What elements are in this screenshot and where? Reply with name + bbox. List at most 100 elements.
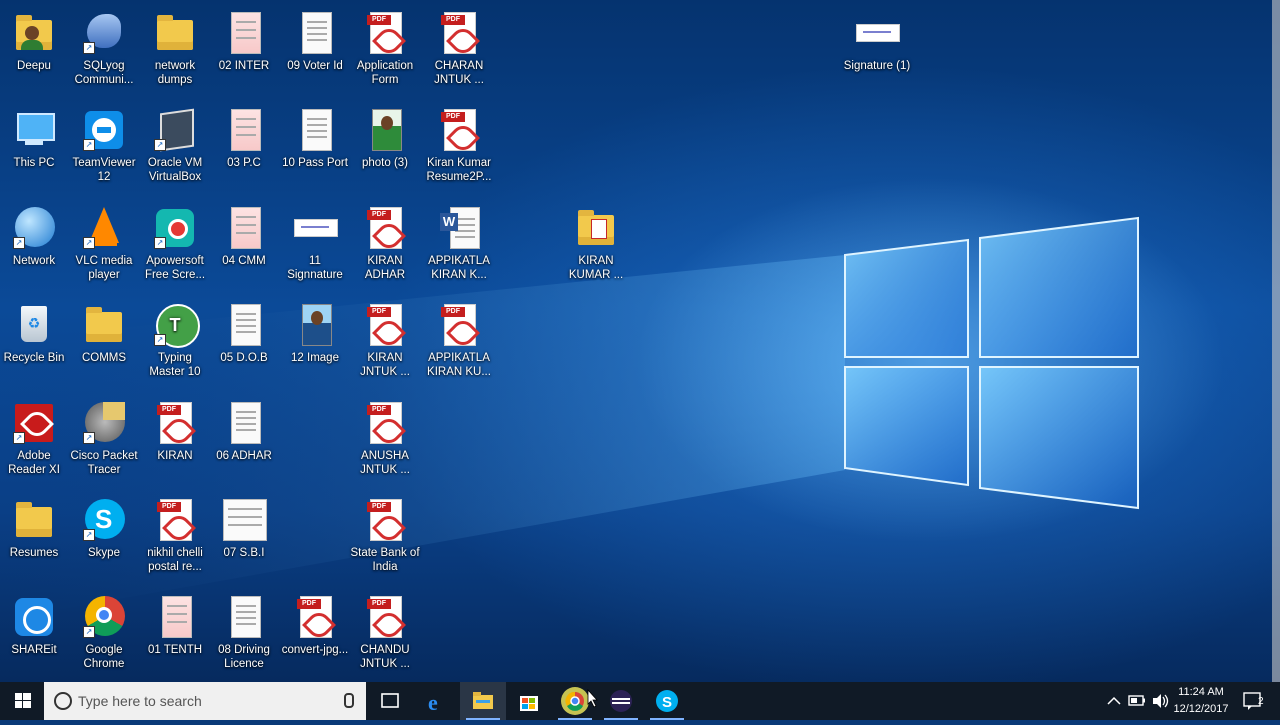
desktop-icon-recycle-bin[interactable]: ♻ Recycle Bin xyxy=(0,302,69,365)
pc-icon xyxy=(11,107,57,153)
folder-user-icon xyxy=(11,10,57,56)
desktop-icon-signature-1[interactable]: Signature (1) xyxy=(842,10,912,73)
task-view-button[interactable] xyxy=(367,682,413,720)
desktop-icon-typing-master-10[interactable]: T ↗ Typing Master 10 xyxy=(140,302,210,379)
pdf-icon: PDF xyxy=(292,594,338,642)
desktop-icon-05-d-o-b[interactable]: 05 D.O.B xyxy=(209,302,279,365)
volume-button[interactable] xyxy=(1149,682,1171,720)
virtualbox-icon: ↗ xyxy=(152,107,198,153)
shortcut-arrow-icon: ↗ xyxy=(83,237,95,249)
desktop-icon-network-dumps[interactable]: network dumps xyxy=(140,10,210,87)
shortcut-arrow-icon: ↗ xyxy=(83,529,95,541)
desktop-icon-chandu-jntuk[interactable]: PDF CHANDU JNTUK ... xyxy=(350,594,420,671)
paper-wide-icon xyxy=(221,497,267,543)
desktop-icon-application-form[interactable]: PDF Application Form xyxy=(350,10,420,87)
store-bag-icon xyxy=(520,696,538,711)
desktop-icon-skype[interactable]: S ↗ Skype xyxy=(69,497,139,560)
desktop-icon-label: APPIKATLA KIRAN KU... xyxy=(427,352,491,378)
shortcut-arrow-icon: ↗ xyxy=(13,432,25,444)
chrome-taskbar-button[interactable] xyxy=(552,682,598,720)
skype-icon: S xyxy=(656,690,678,712)
desktop-icon-02-inter[interactable]: 02 INTER xyxy=(209,10,279,73)
desktop-icon-teamviewer-12[interactable]: ↗ TeamViewer 12 xyxy=(69,107,139,184)
show-hidden-icons-button[interactable] xyxy=(1103,682,1125,720)
network-icon: ↗ xyxy=(11,205,57,251)
desktop-icon-cisco-packet-tracer[interactable]: ↗ Cisco Packet Tracer xyxy=(69,400,139,477)
desktop-icon-04-cmm[interactable]: 04 CMM xyxy=(209,205,279,268)
start-button[interactable] xyxy=(0,682,46,720)
desktop-icon-sqlyog-communi[interactable]: ↗ SQLyog Communi... xyxy=(69,10,139,87)
paper-pink-icon xyxy=(221,205,267,251)
desktop-icon-convert-jpg[interactable]: PDF convert-jpg... xyxy=(280,594,350,657)
desktop-icon-09-voter-id[interactable]: 09 Voter Id xyxy=(280,10,350,73)
desktop-icon-this-pc[interactable]: This PC xyxy=(0,107,69,170)
action-center-button[interactable]: 2 xyxy=(1234,682,1274,720)
desktop-icon-kiran-jntuk[interactable]: PDF KIRAN JNTUK ... xyxy=(350,302,420,379)
folder-pdf-icon xyxy=(573,205,619,251)
desktop-icon-comms[interactable]: COMMS xyxy=(69,302,139,365)
clock[interactable]: 11:24 AM 12/12/2017 xyxy=(1172,682,1230,720)
eclipse-button[interactable] xyxy=(598,682,644,720)
store-button[interactable] xyxy=(506,682,552,720)
pdf-icon: PDF xyxy=(362,497,408,545)
pdf-icon: PDF xyxy=(436,302,482,350)
shortcut-arrow-icon: ↗ xyxy=(83,42,95,54)
desktop-icon-label: 11 Signnature xyxy=(287,255,343,281)
wide-icon xyxy=(854,10,900,56)
microphone-icon[interactable] xyxy=(344,693,354,708)
paper-icon xyxy=(292,10,338,56)
eclipse-icon xyxy=(610,690,632,712)
file-explorer-button[interactable] xyxy=(460,682,506,720)
desktop-icon-label: network dumps xyxy=(154,60,196,86)
desktop-icon-vlc-media-player[interactable]: ↗ VLC media player xyxy=(69,205,139,282)
desktop-icon-label: KIRAN KUMAR ... xyxy=(568,255,624,281)
desktop-icon-07-s-b-i[interactable]: 07 S.B.I xyxy=(209,497,279,560)
desktop-icon-label: Resumes xyxy=(9,547,59,559)
shortcut-arrow-icon: ↗ xyxy=(83,432,95,444)
adobe-icon: ↗ xyxy=(11,400,57,446)
desktop-icon-network[interactable]: ↗ Network xyxy=(0,205,69,268)
desktop-icon-shareit[interactable]: SHAREit xyxy=(0,594,69,657)
cortana-icon xyxy=(54,692,72,710)
skype-taskbar-button[interactable]: S xyxy=(644,682,690,720)
desktop-icon-charan-jntuk[interactable]: PDF CHARAN JNTUK ... xyxy=(424,10,494,87)
desktop-icon-kiran-adhar[interactable]: PDF KIRAN ADHAR xyxy=(350,205,420,282)
desktop-icon-apowersoft-free-scre[interactable]: ↗ Apowersoft Free Scre... xyxy=(140,205,210,282)
desktop-icon-label: nikhil chelli postal re... xyxy=(147,547,203,573)
edge-button[interactable]: e xyxy=(414,682,460,720)
chrome-icon xyxy=(561,687,598,715)
desktop-icon-kiran-kumar-resume2p[interactable]: PDF Kiran Kumar Resume2P... xyxy=(424,107,494,184)
desktop-icon-resumes[interactable]: Resumes xyxy=(0,497,69,560)
desktop-icon-nikhil-chelli-postal-re[interactable]: PDF nikhil chelli postal re... xyxy=(140,497,210,574)
svg-text:S: S xyxy=(662,694,672,711)
desktop-icon-12-image[interactable]: 12 Image xyxy=(280,302,350,365)
skype-icon: S ↗ xyxy=(81,497,127,543)
battery-button[interactable] xyxy=(1126,682,1148,720)
desktop-icon-label: Apowersoft Free Scre... xyxy=(144,255,206,281)
paper-icon xyxy=(292,107,338,153)
desktop-icon-label: KIRAN xyxy=(157,450,193,462)
desktop-icon-google-chrome[interactable]: ↗ Google Chrome xyxy=(69,594,139,671)
desktop-icon-adobe-reader-xi[interactable]: ↗ Adobe Reader XI xyxy=(0,400,69,477)
desktop-icon-deepu[interactable]: Deepu xyxy=(0,10,69,73)
desktop-icon-oracle-vm-virtualbox[interactable]: ↗ Oracle VM VirtualBox xyxy=(140,107,210,184)
desktop-icon-state-bank-of-india[interactable]: PDF State Bank of India xyxy=(350,497,420,574)
desktop-icon-photo-3[interactable]: photo (3) xyxy=(350,107,420,170)
notification-icon xyxy=(1243,692,1261,710)
desktop-icon-kiran[interactable]: PDF KIRAN xyxy=(140,400,210,463)
desktop-icon-01-tenth[interactable]: 01 TENTH xyxy=(140,594,210,657)
search-box[interactable]: Type here to search xyxy=(44,682,366,720)
desktop-icon-label: TeamViewer 12 xyxy=(72,157,136,183)
desktop-icon-11-signnature[interactable]: 11 Signnature xyxy=(280,205,350,282)
shortcut-arrow-icon: ↗ xyxy=(154,334,166,346)
desktop-icon-03-p-c[interactable]: 03 P.C xyxy=(209,107,279,170)
desktop-icon-10-pass-port[interactable]: 10 Pass Port xyxy=(280,107,350,170)
desktop-icon-label: 09 Voter Id xyxy=(287,60,343,72)
desktop-icon-08-driving-licence[interactable]: 08 Driving Licence xyxy=(209,594,279,671)
desktop-icon-06-adhar[interactable]: 06 ADHAR xyxy=(209,400,279,463)
desktop-icon-appikatla-kiran-ku[interactable]: PDF APPIKATLA KIRAN KU... xyxy=(424,302,494,379)
desktop-icon-appikatla-kiran-k[interactable]: W APPIKATLA KIRAN K... xyxy=(424,205,494,282)
desktop-icon-label: Skype xyxy=(88,547,120,559)
desktop-icon-anusha-jntuk[interactable]: PDF ANUSHA JNTUK ... xyxy=(350,400,420,477)
desktop-icon-kiran-kumar[interactable]: KIRAN KUMAR ... xyxy=(561,205,631,282)
